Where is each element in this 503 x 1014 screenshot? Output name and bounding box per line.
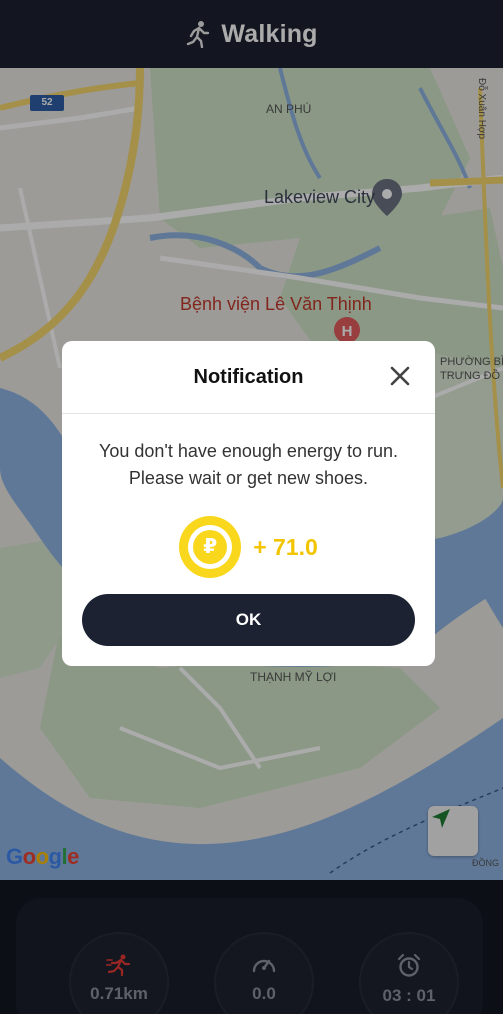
dialog-message-line2: Please wait or get new shoes. bbox=[128, 468, 369, 488]
coin-symbol: ₽ bbox=[193, 530, 228, 564]
walking-screen: H AN PHÚ Đỗ Xuân Hợp Lakeview City Bệnh … bbox=[0, 0, 503, 1014]
notification-dialog: Notification You don't have enough energ… bbox=[62, 341, 435, 666]
reward-row: ₽ + 71.0 bbox=[62, 516, 435, 578]
dialog-title: Notification bbox=[193, 365, 304, 388]
dialog-message-line1: You don't have enough energy to run. bbox=[98, 441, 398, 461]
dialog-header: Notification bbox=[62, 341, 435, 414]
reward-amount: + 71.0 bbox=[253, 533, 318, 560]
coin-icon: ₽ bbox=[179, 516, 242, 578]
dialog-message: You don't have enough energy to run. Ple… bbox=[62, 438, 435, 492]
ok-button[interactable]: OK bbox=[82, 594, 415, 646]
close-icon[interactable] bbox=[389, 365, 411, 387]
